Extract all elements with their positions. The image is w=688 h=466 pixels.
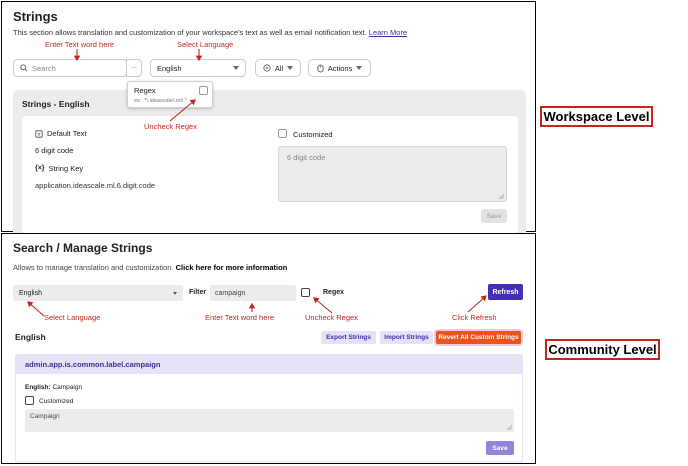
workspace-panel: Strings This section allows translation … xyxy=(1,1,536,233)
community-annotation-arrows xyxy=(27,295,487,317)
workspace-annotation-arrows xyxy=(73,49,203,122)
community-level-label: Community Level xyxy=(545,339,660,360)
community-panel: Search / Manage Strings Allows to manage… xyxy=(1,233,536,464)
workspace-level-label: Workspace Level xyxy=(540,106,653,127)
